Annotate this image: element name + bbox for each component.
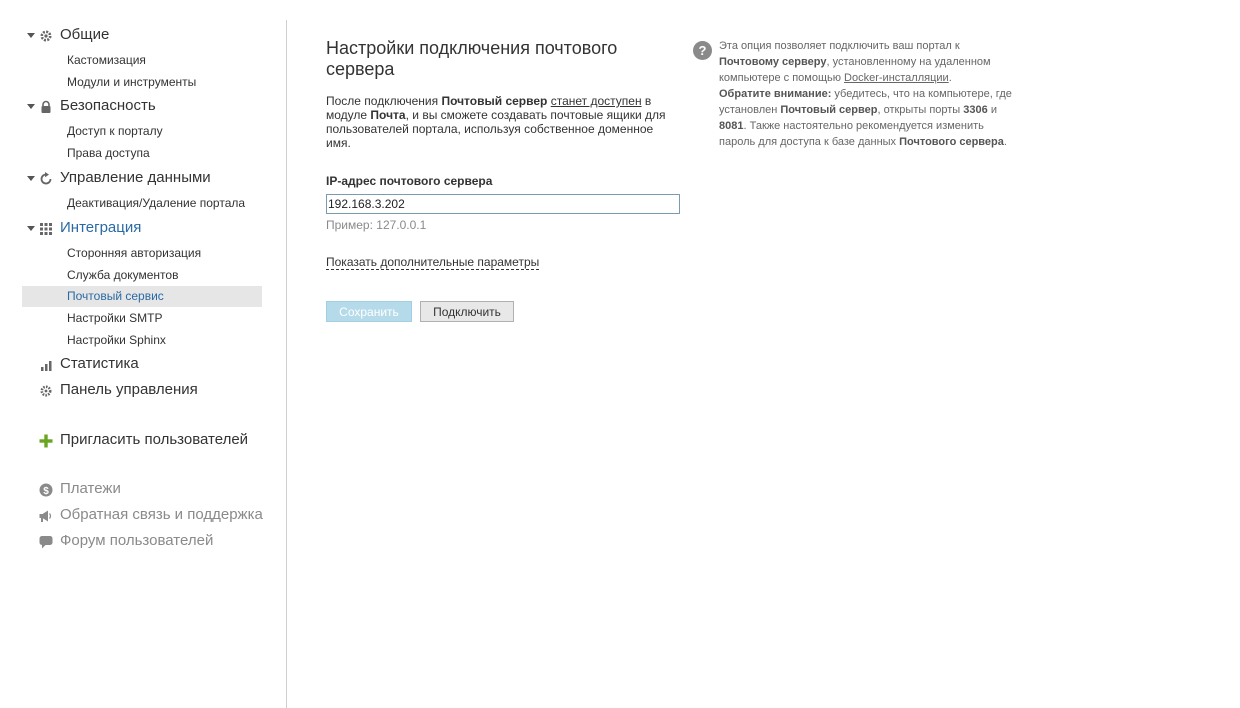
- page-title: Настройки подключения почтового сервера: [326, 38, 618, 79]
- sidebar-item-label: Права доступа: [67, 146, 150, 160]
- sidebar-item-label: Модули и инструменты: [67, 75, 197, 89]
- gear-cog-icon: [39, 384, 53, 398]
- payments-label: Платежи: [60, 480, 121, 497]
- sidebar-section-security[interactable]: Безопасность: [22, 95, 262, 117]
- question-icon: ?: [693, 41, 712, 60]
- description-bold-mail-server: Почтовый сервер: [441, 94, 548, 108]
- help-text-part: .: [1003, 136, 1007, 148]
- sidebar-item-label: Настройки SMTP: [67, 311, 163, 325]
- sidebar-item-label: Доступ к порталу: [67, 124, 163, 138]
- payments-link[interactable]: $ Платежи: [22, 478, 262, 500]
- sidebar-item-smtp-settings[interactable]: Настройки SMTP: [22, 308, 262, 329]
- dollar-icon: $: [39, 483, 53, 497]
- sidebar-section-label: Безопасность: [60, 97, 156, 114]
- sidebar-section-control-panel[interactable]: Панель управления: [22, 379, 262, 401]
- sidebar-section-data-management[interactable]: Управление данными: [22, 167, 262, 189]
- sidebar-item-document-service[interactable]: Служба документов: [22, 265, 262, 286]
- sidebar-item-label: Деактивация/Удаление портала: [67, 196, 246, 210]
- sidebar-item-label: Почтовый сервис: [67, 289, 164, 303]
- show-advanced-settings-link[interactable]: Показать дополнительные параметры: [326, 255, 540, 270]
- plus-icon: [39, 434, 53, 448]
- feedback-link[interactable]: Обратная связь и поддержка: [22, 504, 263, 526]
- help-text-part: Эта опция позволяет подключить ваш порта…: [719, 40, 960, 52]
- sidebar-section-integration[interactable]: Интеграция: [22, 217, 262, 239]
- grid-icon: [39, 222, 53, 236]
- lock-icon: [39, 100, 53, 114]
- help-bold: Почтового сервера: [899, 136, 1004, 148]
- sidebar-item-modules[interactable]: Модули и инструменты: [22, 72, 262, 93]
- sidebar-item-deactivation[interactable]: Деактивация/Удаление портала: [22, 193, 262, 214]
- bar-chart-icon: [39, 358, 53, 372]
- help-bold: 3306: [963, 104, 988, 116]
- page-description: После подключения Почтовый сервер станет…: [326, 94, 676, 150]
- help-bold: Обратите внимание:: [719, 88, 832, 100]
- sidebar-section-label: Общие: [60, 26, 110, 43]
- help-bold: 8081: [719, 120, 744, 132]
- chevron-down-icon[interactable]: [25, 29, 37, 41]
- megaphone-icon: [39, 509, 53, 523]
- sidebar-item-label: Кастомизация: [67, 53, 146, 67]
- connect-button[interactable]: Подключить: [420, 301, 514, 322]
- docker-installation-link[interactable]: Docker-инсталляции: [844, 72, 949, 84]
- sidebar-section-label: Управление данными: [60, 169, 211, 186]
- sidebar-section-label: Статистика: [60, 355, 139, 372]
- help-bold: Почтовый сервер: [780, 104, 878, 116]
- sidebar-divider: [286, 20, 287, 708]
- sidebar: Общие Кастомизация Модули и инструменты …: [0, 0, 286, 708]
- ip-address-label: IP-адрес почтового сервера: [326, 174, 493, 188]
- help-text-part: , открыты порты: [877, 104, 964, 116]
- svg-text:$: $: [43, 486, 49, 497]
- gear-icon: [39, 29, 53, 43]
- save-button[interactable]: Сохранить: [326, 301, 412, 322]
- description-text: После подключения: [326, 94, 442, 108]
- forum-link[interactable]: Форум пользователей: [22, 530, 262, 552]
- sidebar-item-customization[interactable]: Кастомизация: [22, 50, 262, 71]
- chevron-down-icon[interactable]: [25, 222, 37, 234]
- speech-bubble-icon: [39, 535, 53, 549]
- sidebar-section-label: Панель управления: [60, 381, 198, 398]
- sidebar-item-sphinx-settings[interactable]: Настройки Sphinx: [22, 330, 262, 351]
- sidebar-item-label: Служба документов: [67, 268, 179, 282]
- help-text: Эта опция позволяет подключить ваш порта…: [719, 38, 1019, 150]
- invite-users-link[interactable]: Пригласить пользователей: [22, 429, 262, 451]
- help-bold: Почтовому серверу: [719, 56, 827, 68]
- invite-users-label: Пригласить пользователей: [60, 431, 249, 448]
- sidebar-item-label: Настройки Sphinx: [67, 333, 166, 347]
- sidebar-item-access-rights[interactable]: Права доступа: [22, 143, 262, 164]
- description-bold-mail: Почта: [370, 108, 406, 122]
- sidebar-section-statistics[interactable]: Статистика: [22, 353, 262, 375]
- refresh-icon: [39, 172, 53, 186]
- sidebar-item-third-party-auth[interactable]: Сторонняя авторизация: [22, 243, 262, 264]
- sidebar-item-portal-access[interactable]: Доступ к порталу: [22, 121, 262, 142]
- forum-label: Форум пользователей: [60, 532, 214, 549]
- chevron-down-icon[interactable]: [25, 100, 37, 112]
- becomes-available-link[interactable]: станет доступен: [551, 94, 642, 108]
- help-text-part: .: [948, 72, 952, 84]
- ip-address-input[interactable]: [326, 194, 680, 214]
- sidebar-item-mail-service[interactable]: Почтовый сервис: [22, 286, 262, 307]
- ip-address-hint: Пример: 127.0.0.1: [326, 218, 427, 232]
- help-text-part: и: [987, 104, 997, 116]
- chevron-down-icon[interactable]: [25, 172, 37, 184]
- sidebar-section-label: Интеграция: [60, 219, 142, 236]
- sidebar-section-general[interactable]: Общие: [22, 24, 262, 46]
- feedback-label: Обратная связь и поддержка: [60, 506, 263, 523]
- sidebar-item-label: Сторонняя авторизация: [67, 246, 202, 260]
